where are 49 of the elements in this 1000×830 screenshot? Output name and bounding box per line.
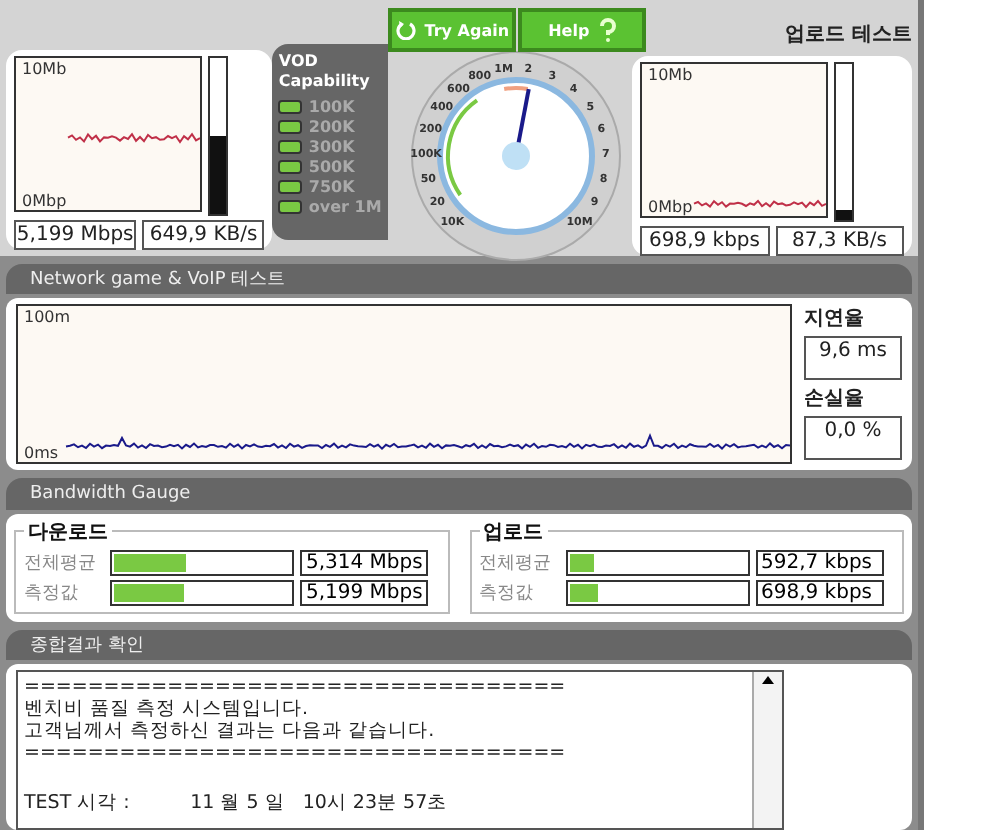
bandwidth-value: 592,7 kbps [755,549,883,576]
vod-label: 300K [308,138,355,156]
axis-label: 0ms [24,444,59,463]
section-header: Bandwidth Gauge [6,478,912,510]
bandwidth-value: 698,9 kbps [755,579,883,606]
upload-title: 업로드 테스트 [785,22,912,48]
axis-label: 10Mb [22,60,67,78]
result-line: TEST 시각 : 11 월 5 일 10시 23분 57초 [24,791,450,814]
vod-label: 200K [308,118,355,136]
latency-label: 지연율 [804,306,866,333]
section-header: Network game & VoIP 테스트 [6,264,912,295]
bandwidth-value: 5,314 Mbps [300,549,428,576]
result-line: 벤치비 품질 측정 시스템입니다. [24,697,311,720]
data-line [67,132,200,144]
vod-label: 750K [308,178,355,196]
latency-value: 9,6 ms [804,336,902,381]
axis-label: 10Mb [648,66,693,84]
retry-button[interactable]: Try Again [388,8,517,52]
result-line: ================================== [24,675,568,698]
group-title: 업로드 [479,517,547,546]
vod-label: 100K [308,98,355,116]
loss-value: 0,0 % [804,416,902,461]
help-button[interactable]: Help [518,8,647,52]
scrollbar[interactable] [752,671,782,828]
axis-label: 0Mbp [648,198,693,216]
loss-label: 손실율 [804,386,866,413]
needle-hub [502,142,531,170]
vod-label: over 1M [308,198,382,216]
speed-value: 5,199 Mbps [14,220,137,250]
speed-value: 698,9 kbps [640,226,769,256]
data-line [693,199,826,209]
bandwidth-value: 5,199 Mbps [300,579,428,606]
rate-value: 649,9 KB/s [142,220,265,250]
refresh-icon [396,20,417,40]
gauge-label: 전체평균 [24,551,98,576]
rate-value: 87,3 KB/s [775,226,904,256]
axis-label: 0Mbp [22,192,67,210]
vod-title: VOD Capability [278,52,372,92]
scroll-up-icon[interactable] [760,671,776,688]
group-title: 다운로드 [24,517,112,546]
result-line: ================================== [24,741,568,764]
gauge-label: 측정값 [479,581,535,606]
result-line: 고객님께서 측정하신 결과는 다음과 같습니다. [24,719,437,742]
section-header: 종합결과 확인 [6,629,912,660]
axis-label: 100m [24,308,71,327]
help-icon [597,18,618,42]
vod-label: 500K [308,158,355,176]
gauge-label: 전체평균 [479,551,553,576]
gauge-label: 측정값 [24,581,80,606]
